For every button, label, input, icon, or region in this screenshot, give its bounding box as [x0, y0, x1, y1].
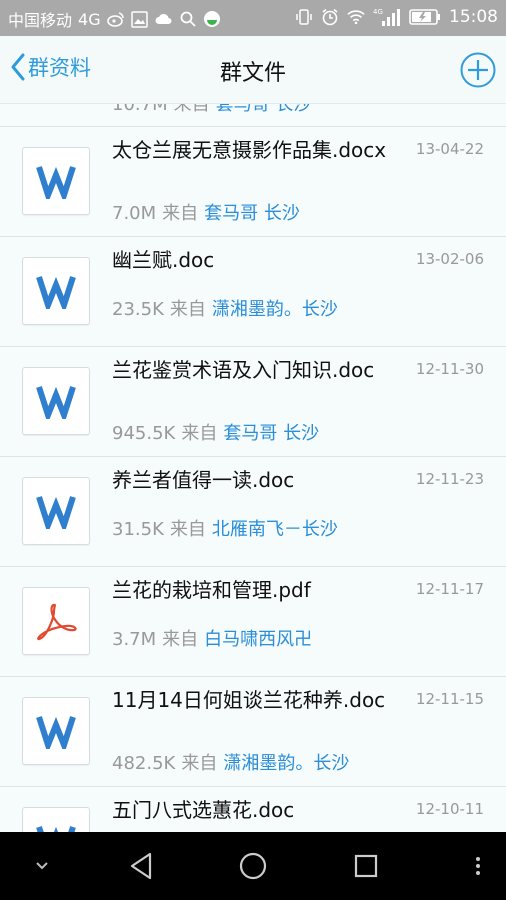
weibo-icon	[106, 10, 125, 28]
file-date: 12-11-23	[415, 470, 484, 488]
back-nav-button[interactable]	[126, 850, 156, 882]
clock-time: 15:08	[449, 7, 498, 27]
more-vertical-icon	[476, 857, 480, 875]
file-size: 23.5K	[112, 299, 164, 320]
file-meta: 31.5K 来自 北雁南飞－长沙	[112, 515, 338, 541]
cellular-signal-icon: 4G	[373, 8, 401, 26]
circle-home-icon	[239, 852, 267, 880]
image-icon	[131, 10, 149, 28]
from-label: 来自	[162, 203, 199, 224]
pdf-document-icon	[22, 587, 90, 655]
list-item[interactable]: 幽兰赋.doc 13-02-06 23.5K 来自 潇湘墨韵。长沙	[0, 237, 506, 347]
system-nav-bar	[0, 832, 506, 900]
file-size: 3.7M	[112, 629, 157, 650]
add-file-button[interactable]	[460, 52, 496, 88]
search-icon	[179, 10, 197, 28]
file-meta: 10.7M 来自 套马哥 长沙	[112, 104, 311, 116]
status-bar: 中国移动 4G 4G 15:08	[0, 0, 506, 36]
carrier-name: 中国移动	[8, 11, 73, 30]
file-meta: 482.5K 来自 潇湘墨韵。长沙	[112, 749, 349, 775]
list-item[interactable]: 太仓兰展无意摄影作品集.docx 13-04-22 7.0M 来自 套马哥 长沙	[0, 127, 506, 237]
back-button-label: 群资料	[28, 56, 91, 80]
file-name: 兰花鉴赏术语及入门知识.doc	[112, 358, 375, 382]
square-recents-icon	[354, 854, 378, 878]
uploader-link[interactable]: 北雁南飞－长沙	[212, 519, 338, 540]
file-name: 兰花的栽培和管理.pdf	[112, 578, 311, 602]
uploader-link[interactable]: 潇湘墨韵。长沙	[223, 753, 349, 774]
file-meta: 3.7M 来自 白马啸西风卍	[112, 625, 312, 651]
word-document-icon	[22, 697, 90, 765]
list-item[interactable]: 养兰者值得一读.doc 12-11-23 31.5K 来自 北雁南飞－长沙	[0, 457, 506, 567]
uploader-link[interactable]: 套马哥 长沙	[223, 423, 319, 444]
file-name: 幽兰赋.doc	[112, 248, 215, 272]
vibrate-icon	[295, 8, 313, 26]
app-notification-icon	[203, 10, 221, 28]
file-date: 12-11-15	[415, 690, 484, 708]
battery-charging-icon	[409, 8, 441, 26]
word-document-icon	[22, 807, 90, 832]
from-label: 来自	[173, 104, 210, 115]
list-item[interactable]: 兰花的栽培和管理.pdf 12-11-17 3.7M 来自 白马啸西风卍	[0, 567, 506, 677]
file-name: 11月14日何姐谈兰花种养.doc	[112, 688, 386, 712]
file-meta: 7.0M 来自 套马哥 长沙	[112, 199, 300, 225]
wifi-icon	[347, 8, 365, 26]
file-size: 945.5K	[112, 423, 176, 444]
weather-icon	[155, 10, 173, 28]
from-label: 来自	[181, 753, 218, 774]
word-document-icon	[22, 147, 90, 215]
list-item[interactable]: 11月14日何姐谈兰花种养.doc 12-11-15 482.5K 来自 潇湘墨韵。长沙	[0, 677, 506, 787]
file-size: 482.5K	[112, 753, 176, 774]
from-label: 来自	[169, 299, 206, 320]
list-item[interactable]: 兰花鉴赏术语及入门知识.doc 12-11-30 945.5K 来自 套马哥 长沙	[0, 347, 506, 457]
plus-circle-icon	[460, 52, 496, 88]
alarm-icon	[321, 8, 339, 26]
back-button[interactable]: 群资料	[10, 52, 91, 82]
file-size: 10.7M	[112, 104, 168, 115]
uploader-link[interactable]: 潇湘墨韵。长沙	[212, 299, 338, 320]
from-label: 来自	[162, 629, 199, 650]
file-name: 五门八式选蕙花.doc	[112, 798, 295, 822]
chevron-down-icon	[36, 862, 48, 870]
app-header: 群资料 群文件	[0, 36, 506, 104]
more-nav-button[interactable]	[470, 850, 486, 882]
network-type: 4G	[78, 9, 101, 29]
from-label: 来自	[181, 423, 218, 444]
file-date: 12-10-11	[415, 800, 484, 818]
uploader-link[interactable]: 套马哥 长沙	[216, 104, 312, 115]
from-label: 来自	[169, 519, 206, 540]
uploader-link[interactable]: 套马哥 长沙	[204, 203, 300, 224]
triangle-back-icon	[130, 852, 152, 880]
file-meta: 945.5K 来自 套马哥 长沙	[112, 419, 319, 445]
list-item[interactable]: 10.7M 来自 套马哥 长沙	[0, 104, 506, 127]
file-name: 养兰者值得一读.doc	[112, 468, 295, 492]
word-document-icon	[22, 257, 90, 325]
file-date: 13-04-22	[415, 140, 484, 158]
chevron-left-icon	[11, 53, 25, 81]
file-meta: 23.5K 来自 潇湘墨韵。长沙	[112, 295, 338, 321]
file-size: 31.5K	[112, 519, 164, 540]
file-date: 13-02-06	[415, 250, 484, 268]
word-document-icon	[22, 477, 90, 545]
file-size: 7.0M	[112, 203, 157, 224]
recents-nav-button[interactable]	[352, 850, 380, 882]
file-date: 12-11-30	[415, 360, 484, 378]
home-nav-button[interactable]	[238, 850, 268, 882]
signal-label-text: 4G	[373, 8, 383, 16]
file-list[interactable]: 10.7M 来自 套马哥 长沙 太仓兰展无意摄影作品集.docx 13-04-22 7.…	[0, 104, 506, 832]
hide-nav-button[interactable]	[28, 850, 56, 882]
word-document-icon	[22, 367, 90, 435]
file-date: 12-11-17	[415, 580, 484, 598]
file-name: 太仓兰展无意摄影作品集.docx	[112, 138, 387, 162]
uploader-link[interactable]: 白马啸西风卍	[204, 629, 312, 650]
list-item[interactable]: 五门八式选蕙花.doc 12-10-11	[0, 787, 506, 832]
